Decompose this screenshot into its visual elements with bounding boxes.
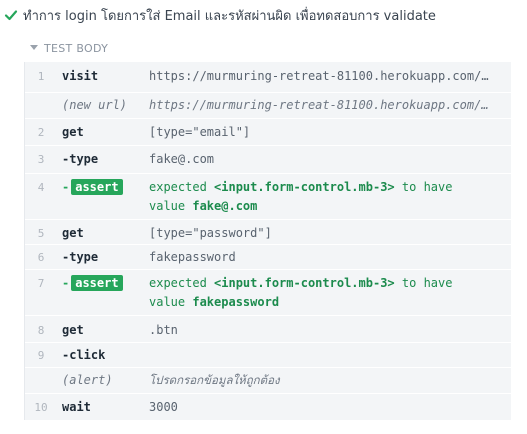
command-name: get	[62, 226, 84, 240]
command-row[interactable]: 3 -type fake@.com	[25, 146, 511, 174]
test-body-header[interactable]: TEST BODY	[30, 40, 108, 56]
command-name: visit	[62, 69, 99, 83]
command-row[interactable]: 5 get [type="password"]	[25, 220, 511, 245]
check-icon	[4, 8, 18, 22]
command-number: 5	[37, 227, 45, 240]
command-number: 3	[37, 153, 45, 166]
command-row[interactable]: 10 wait 3000	[25, 394, 511, 420]
assert-badge: assert	[71, 275, 123, 291]
command-message: fakepassword	[149, 250, 236, 264]
command-row[interactable]: 4 - assert expected <input.form-control.m…	[25, 174, 511, 220]
command-message: .btn	[149, 323, 178, 337]
command-message: expected <input.form-control.mb-3> to ha…	[149, 276, 453, 309]
command-row[interactable]: 8 get .btn	[25, 316, 511, 343]
command-number: 9	[37, 349, 45, 362]
command-name: -type	[62, 152, 99, 166]
command-name: wait	[62, 400, 91, 414]
command-row[interactable]: 7 - assert expected <input.form-control.m…	[25, 270, 511, 316]
command-number: 10	[34, 401, 48, 414]
command-name: (new url)	[62, 98, 128, 112]
command-number: 1	[37, 70, 45, 83]
command-number: 2	[37, 126, 45, 139]
command-name: get	[62, 125, 84, 139]
command-row[interactable]: (alert) โปรดกรอกข้อมูลให้ถูกต้อง	[25, 368, 511, 394]
command-row[interactable]: (new url) https://murmuring-retreat-8110…	[25, 93, 511, 119]
command-name: (alert)	[62, 373, 113, 387]
command-name: get	[62, 323, 84, 337]
caret-down-icon	[30, 45, 38, 51]
section-label: TEST BODY	[44, 41, 109, 55]
command-row[interactable]: 6 -type fakepassword	[25, 245, 511, 270]
command-number: 7	[37, 277, 45, 290]
command-name: -click	[62, 348, 106, 362]
command-message: expected <input.form-control.mb-3> to ha…	[149, 180, 453, 213]
command-message: [type="email"]	[149, 125, 251, 139]
command-row[interactable]: 2 get [type="email"]	[25, 119, 511, 146]
command-name: -type	[62, 250, 99, 264]
command-log: 1 visit https://murmuring-retreat-81100.…	[24, 62, 511, 420]
assert-badge: assert	[71, 179, 123, 195]
command-message: https://murmuring-retreat-81100.herokuap…	[149, 98, 489, 112]
command-number: 4	[37, 181, 45, 194]
command-message: [type="password"]	[149, 226, 272, 240]
command-row[interactable]: 1 visit https://murmuring-retreat-81100.…	[25, 62, 511, 93]
command-message: 3000	[149, 400, 178, 414]
test-title-row[interactable]: ทำการ login โดยการใส่ Email และรหัสผ่านผ…	[4, 4, 436, 26]
command-number: 8	[37, 324, 45, 337]
command-number: 6	[37, 251, 45, 264]
test-title: ทำการ login โดยการใส่ Email และรหัสผ่านผ…	[23, 8, 436, 24]
command-message: fake@.com	[149, 152, 215, 166]
command-row[interactable]: 9 -click	[25, 343, 511, 368]
command-message: https://murmuring-retreat-81100.herokuap…	[149, 69, 489, 83]
command-message: โปรดกรอกข้อมูลให้ถูกต้อง	[149, 373, 280, 387]
